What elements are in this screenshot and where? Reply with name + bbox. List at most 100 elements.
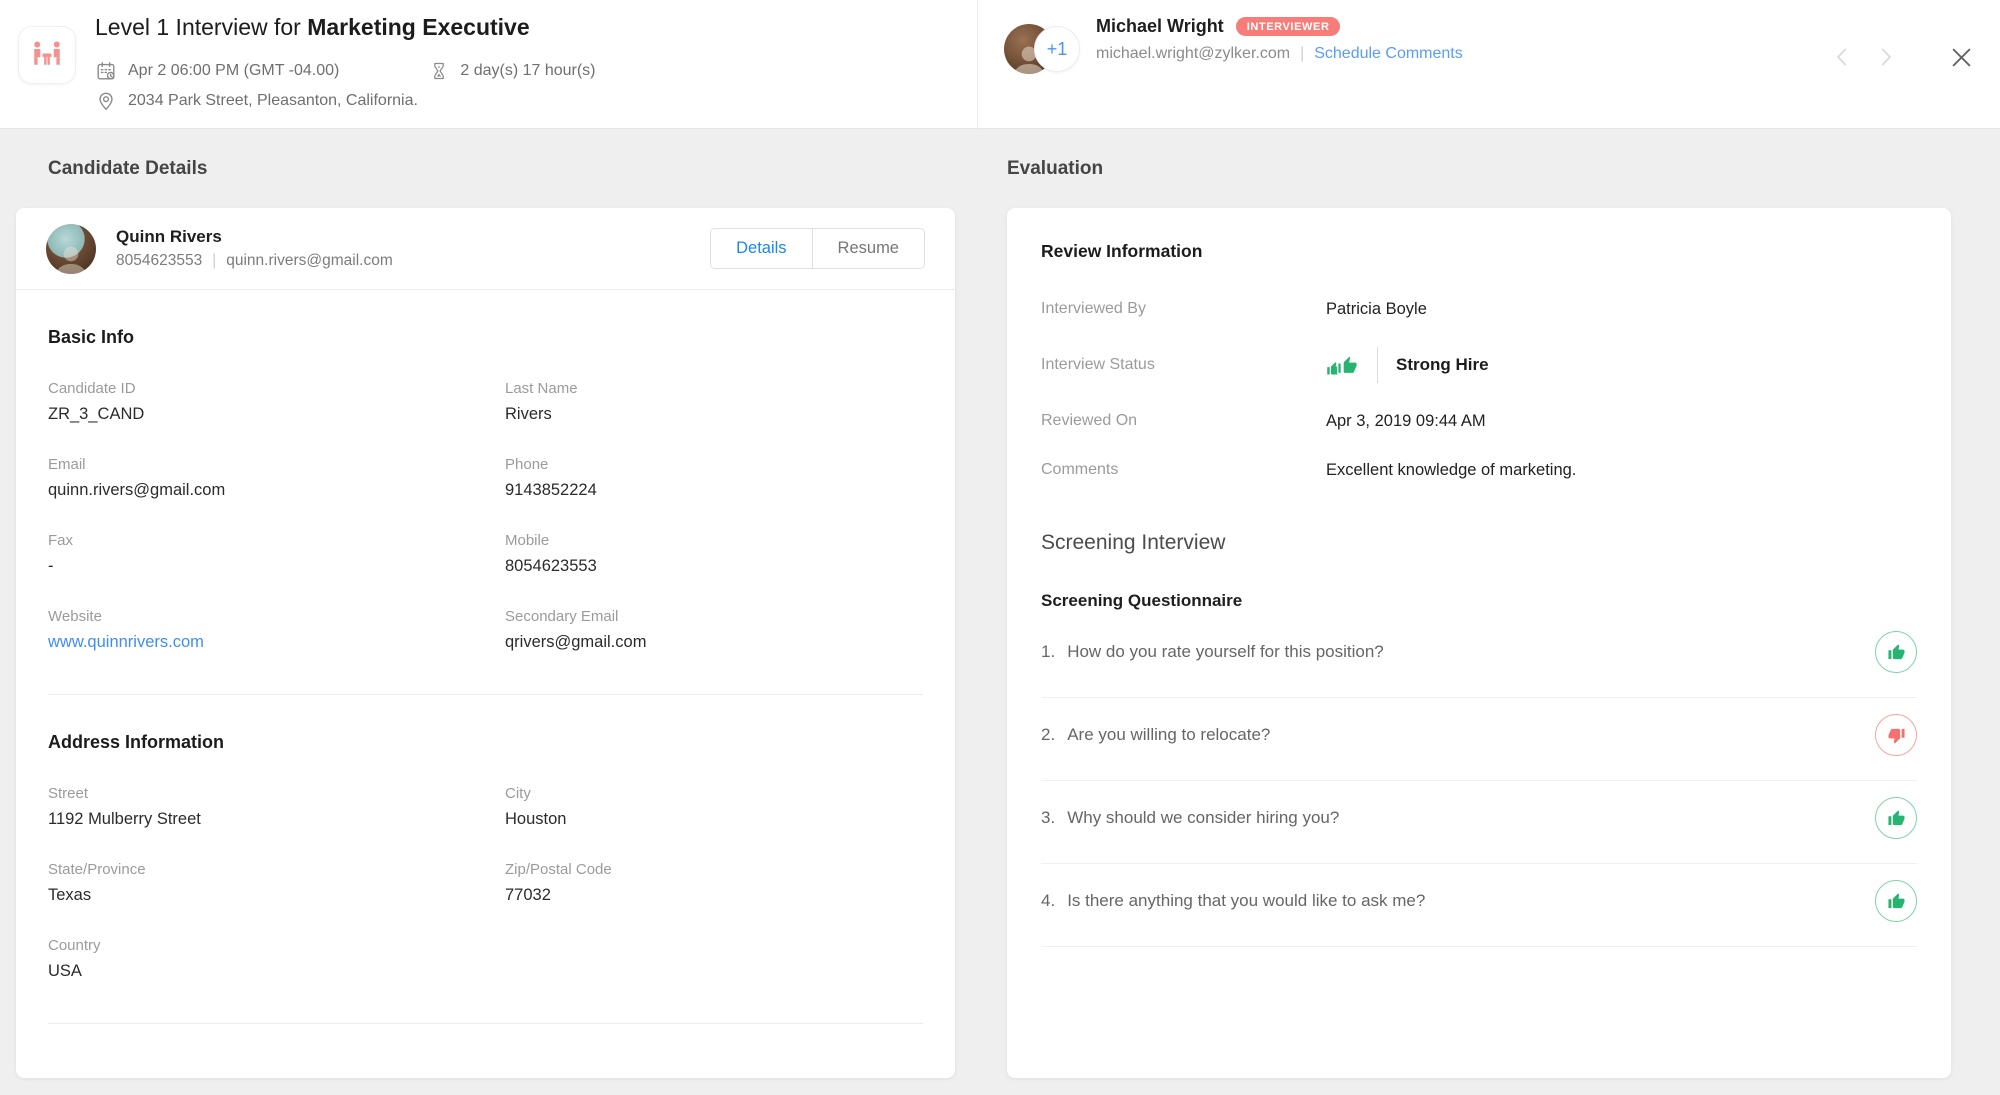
- candidate-view-tabs: Details Resume: [710, 228, 925, 269]
- double-thumbs-up-icon: [1326, 354, 1359, 377]
- question-text-wrap: 4. Is there anything that you would like …: [1041, 891, 1425, 911]
- question-row: 3.Why should we consider hiring you?: [1041, 781, 1917, 864]
- candidate-name: Quinn Rivers: [116, 227, 393, 247]
- separator: |: [1300, 45, 1304, 63]
- review-row-interviewed-by: Interviewed ByPatricia Boyle: [1041, 298, 1917, 320]
- field-candidate-id: Candidate IDZR_3_CAND: [48, 380, 505, 424]
- interview-datetime: Apr 2 06:00 PM (GMT -04.00): [128, 62, 339, 80]
- additional-interviewers-badge[interactable]: +1: [1034, 26, 1080, 72]
- field-value: USA: [48, 962, 505, 981]
- candidate-details-card: Quinn Rivers 8054623553 | quinn.rivers@g…: [16, 208, 955, 1078]
- question-number: 1.: [1041, 642, 1055, 662]
- question-row: 2. Are you willing to relocate?: [1041, 698, 1917, 781]
- address-info-grid: Street1192 Mulberry StreetCityHoustonSta…: [48, 753, 923, 981]
- field-city: CityHouston: [505, 785, 923, 829]
- screening-interview-title: Screening Interview: [1041, 531, 1917, 555]
- divider: [48, 1023, 923, 1024]
- question-number: 3.: [1041, 808, 1055, 828]
- field-country: Country USA: [48, 937, 505, 981]
- field-label: City: [505, 785, 923, 802]
- interviewer-role-badge: INTERVIEWER: [1236, 17, 1341, 36]
- field-website: Websitewww.quinnrivers.com: [48, 608, 505, 652]
- field-label: State/Province: [48, 861, 505, 878]
- tab-resume[interactable]: Resume: [812, 229, 924, 268]
- field-label: Phone: [505, 456, 923, 473]
- field-fax: Fax-: [48, 532, 505, 576]
- interviewer-name: Michael Wright: [1096, 16, 1224, 37]
- question-row: 1.How do you rate yourself for this posi…: [1041, 615, 1917, 698]
- field-phone: Phone 9143852224: [505, 456, 923, 500]
- rating-thumbs-up-button[interactable]: [1875, 631, 1917, 673]
- review-row-label: Interview Status: [1041, 356, 1326, 374]
- thumb-up-icon: [1887, 643, 1906, 662]
- field-state-province: State/Province Texas: [48, 861, 505, 905]
- interview-app-icon: [18, 26, 76, 84]
- review-row-value: Apr 3, 2019 09:44 AM: [1326, 412, 1486, 431]
- interview-location-row: 2034 Park Street, Pleasanton, California…: [95, 90, 418, 112]
- field-value: 9143852224: [505, 481, 923, 500]
- hourglass-icon: [429, 60, 449, 82]
- question-text-wrap: 1.How do you rate yourself for this posi…: [1041, 642, 1384, 662]
- interviewer-email: michael.wright@zylker.com: [1096, 45, 1290, 63]
- question-list: 1.How do you rate yourself for this posi…: [1041, 615, 1917, 947]
- interview-title: Level 1 Interview for Marketing Executiv…: [95, 14, 530, 41]
- tab-details[interactable]: Details: [711, 229, 811, 268]
- question-text: Are you willing to relocate?: [1067, 725, 1270, 745]
- thumb-up-icon: [1887, 809, 1906, 828]
- field-label: Email: [48, 456, 505, 473]
- question-text: Is there anything that you would like to…: [1067, 891, 1425, 911]
- thumb-down-icon: [1887, 726, 1906, 745]
- field-zip-postal-code: Zip/Postal Code 77032: [505, 861, 923, 905]
- calendar-icon: [95, 60, 117, 82]
- field-secondary-email: Secondary Email qrivers@gmail.com: [505, 608, 923, 652]
- separator: |: [212, 252, 216, 270]
- question-number: 4.: [1041, 891, 1055, 911]
- candidate-details-section-title: Candidate Details: [48, 158, 207, 180]
- field-value-link[interactable]: www.quinnrivers.com: [48, 633, 505, 652]
- review-information-title: Review Information: [1041, 241, 1917, 262]
- interview-summary: Level 1 Interview for Marketing Executiv…: [0, 0, 978, 129]
- field-value: ZR_3_CAND: [48, 405, 505, 424]
- location-pin-icon: [95, 90, 117, 112]
- close-icon: [1948, 44, 1975, 71]
- field-street: Street1192 Mulberry Street: [48, 785, 505, 829]
- schedule-comments-link[interactable]: Schedule Comments: [1314, 45, 1463, 63]
- field-label: Secondary Email: [505, 608, 923, 625]
- interview-status-value: Strong Hire: [1326, 347, 1489, 383]
- job-title: Marketing Executive: [307, 14, 529, 40]
- review-row-value: Excellent knowledge of marketing.: [1326, 461, 1576, 480]
- close-button[interactable]: [1946, 42, 1976, 72]
- field-label: Zip/Postal Code: [505, 861, 923, 878]
- review-information-rows: Interviewed ByPatricia Boyle Interview St…: [1041, 298, 1917, 481]
- modal-header: Level 1 Interview for Marketing Executiv…: [0, 0, 2000, 129]
- field-value: qrivers@gmail.com: [505, 633, 923, 652]
- status-text: Strong Hire: [1396, 355, 1489, 375]
- interviewer-summary: +1 Michael Wright INTERVIEWER michael.wr…: [978, 0, 2000, 129]
- review-row-label: Comments: [1041, 461, 1326, 479]
- screening-questionnaire-title: Screening Questionnaire: [1041, 591, 1917, 611]
- field-last-name: Last NameRivers: [505, 380, 923, 424]
- field-value: 77032: [505, 886, 923, 905]
- next-record-button[interactable]: [1870, 42, 1900, 72]
- rating-thumbs-up-button[interactable]: [1875, 880, 1917, 922]
- candidate-contact: 8054623553 | quinn.rivers@gmail.com: [116, 252, 393, 270]
- candidate-email: quinn.rivers@gmail.com: [226, 252, 392, 270]
- review-row-value: Patricia Boyle: [1326, 300, 1427, 319]
- interview-duration: 2 day(s) 17 hour(s): [460, 62, 595, 80]
- thumb-up-icon: [1336, 354, 1359, 377]
- rating-thumbs-down-button[interactable]: [1875, 714, 1917, 756]
- question-text-wrap: 3.Why should we consider hiring you?: [1041, 808, 1339, 828]
- field-mobile: Mobile 8054623553: [505, 532, 923, 576]
- candidate-phone: 8054623553: [116, 252, 202, 270]
- address-info-title: Address Information: [48, 732, 923, 753]
- rating-thumbs-up-button[interactable]: [1875, 797, 1917, 839]
- field-value: quinn.rivers@gmail.com: [48, 481, 505, 500]
- previous-record-button[interactable]: [1828, 42, 1858, 72]
- field-value: Texas: [48, 886, 505, 905]
- field-label: Country: [48, 937, 505, 954]
- question-number: 2.: [1041, 725, 1055, 745]
- field-label: Mobile: [505, 532, 923, 549]
- field-value: 8054623553: [505, 557, 923, 576]
- field-value: -: [48, 557, 505, 576]
- review-row-interview-status: Interview Status Strong Hire: [1041, 347, 1917, 383]
